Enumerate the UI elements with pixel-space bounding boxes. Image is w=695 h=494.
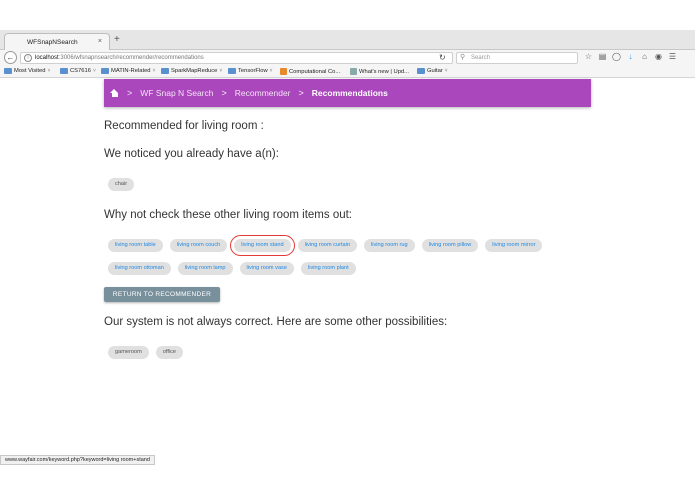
search-icon: ⚲ (460, 54, 466, 61)
pocket-icon[interactable]: ◯ (612, 52, 621, 64)
suggested-item-chip[interactable]: living room table (108, 239, 163, 252)
suggested-item-chip-highlighted[interactable]: living room stand (230, 235, 295, 256)
owned-items-heading: We noticed you already have a(n): (104, 148, 279, 160)
search-input[interactable]: ⚲ Search (456, 52, 578, 64)
breadcrumb-separator: > (221, 88, 227, 98)
owned-items-list: chair (108, 178, 135, 191)
alternative-room-chip[interactable]: office (155, 346, 184, 359)
suggested-item-chip[interactable]: living room mirror (485, 239, 543, 252)
bookmarks-bar: Most Visited ˅ CS7616 ˅ MATIN-Related ˅ Spa… (0, 66, 695, 78)
suggested-item-chip[interactable]: living room pillow (421, 239, 479, 252)
folder-icon (161, 68, 169, 74)
suggested-item-chip[interactable]: living room couch (169, 239, 228, 252)
back-arrow-icon[interactable]: ← (4, 51, 17, 64)
download-icon[interactable]: ↓ (626, 52, 635, 64)
breadcrumb-item-recommendations: Recommendations (311, 88, 388, 98)
breadcrumb-item-home[interactable]: WF Snap N Search (140, 88, 213, 98)
return-to-recommender-button[interactable]: RETURN TO RECOMMENDER (104, 287, 220, 302)
suggested-item-chip[interactable]: living room lamp (177, 262, 233, 275)
suggested-item-chip[interactable]: living room plant (300, 262, 356, 275)
page-icon (350, 68, 357, 75)
bookmark-cs7616[interactable]: CS7616 ˅ (60, 68, 96, 74)
alternative-rooms-heading: Our system is not always correct. Here a… (104, 316, 448, 328)
breadcrumb-separator: > (298, 88, 304, 98)
suggested-items-row-2: living room ottoman living room lamp liv… (108, 262, 356, 275)
bookmark-matin-related[interactable]: MATIN-Related ˅ (101, 68, 155, 74)
bookmark-guitar[interactable]: Guitar ˅ (417, 68, 448, 74)
folder-icon (4, 68, 12, 74)
suggested-item-chip[interactable]: living room curtain (297, 239, 357, 252)
bookmark-computational[interactable]: Computational Co... (280, 68, 340, 75)
suggested-item-chip[interactable]: living room vase (239, 262, 294, 275)
suggested-items-row-1: living room table living room couch livi… (108, 235, 543, 256)
menu-icon[interactable]: ☰ (668, 52, 677, 64)
url-host: localhost (35, 55, 59, 61)
folder-icon (101, 68, 109, 74)
star-icon[interactable]: ☆ (584, 52, 593, 64)
browser-tab[interactable]: WFSnapNSearch × (4, 33, 110, 51)
bookmark-tensorflow[interactable]: TensorFlow ˅ (228, 68, 273, 74)
page-title: Recommended for living room : (104, 120, 264, 132)
tab-close-icon[interactable]: × (98, 38, 102, 45)
owned-item-chip: chair (108, 178, 135, 191)
suggested-items-heading: Why not check these other living room it… (104, 209, 352, 221)
alternative-room-chip[interactable]: gameroom (108, 346, 149, 359)
folder-icon (228, 68, 236, 74)
bookmark-whats-new[interactable]: What's new | Upd... (350, 68, 409, 75)
app-header: > WF Snap N Search > Recommender > Recom… (104, 79, 591, 107)
toolbar-icons: ☆ ▤ ◯ ↓ ⌂ ◉ ☰ (584, 52, 677, 64)
status-bar-url: www.wayfair.com/keyword.php?keyword=livi… (0, 455, 155, 465)
reading-list-icon[interactable]: ▤ (598, 52, 607, 64)
url-path: :3006/wfsnapnsearch/recommender/recommen… (58, 55, 204, 61)
navigation-bar: ← i localhost:3006/wfsnapnsearch/recomme… (0, 50, 695, 66)
blogger-icon (280, 68, 287, 75)
bookmark-sparkmapreduce[interactable]: SparkMapReduce ˅ (161, 68, 222, 74)
reload-icon[interactable]: ↻ (439, 53, 446, 63)
breadcrumb-item-recommender[interactable]: Recommender (235, 88, 291, 98)
tab-strip: WFSnapNSearch × + (0, 30, 695, 51)
url-bar[interactable]: i localhost:3006/wfsnapnsearch/recommend… (20, 52, 453, 64)
home-icon[interactable] (110, 88, 119, 98)
bookmark-most-visited[interactable]: Most Visited ˅ (4, 68, 50, 74)
search-placeholder: Search (471, 55, 491, 61)
new-tab-button[interactable]: + (114, 34, 120, 45)
account-icon[interactable]: ◉ (654, 52, 663, 64)
alternative-rooms-list: gameroom office (108, 346, 184, 359)
info-icon[interactable]: i (24, 54, 32, 62)
folder-icon (417, 68, 425, 74)
tab-title: WFSnapNSearch (27, 39, 78, 46)
suggested-item-chip[interactable]: living room ottoman (108, 262, 171, 275)
suggested-item-chip[interactable]: living room rug (363, 239, 415, 252)
folder-icon (60, 68, 68, 74)
home-browser-icon[interactable]: ⌂ (640, 52, 649, 64)
breadcrumb-separator: > (127, 88, 133, 98)
